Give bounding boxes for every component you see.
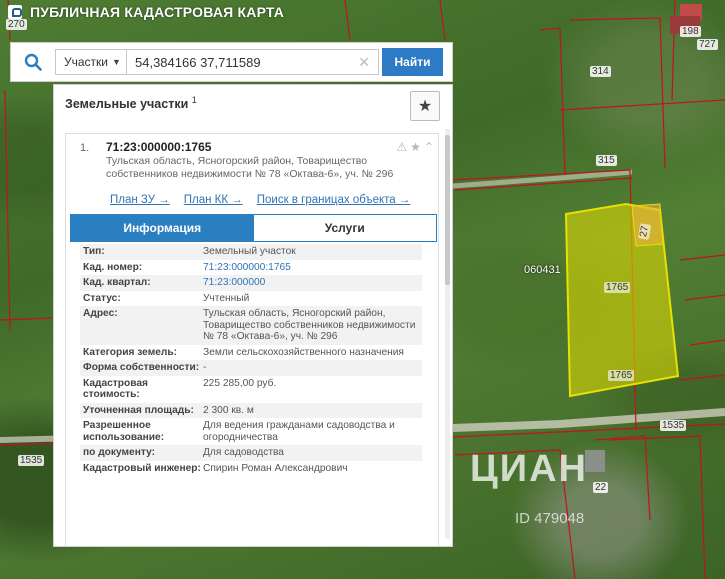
row-key: по документу: xyxy=(83,447,156,458)
search-bar: Участки ▼ 54,384166 37,711589 ✕ Найти xyxy=(10,42,453,82)
row-key: Статус: xyxy=(83,292,121,304)
search-input[interactable]: 54,384166 37,711589 ✕ xyxy=(127,49,379,75)
row-value: Спирин Роман Александрович xyxy=(203,462,348,474)
row-key: Уточненная площадь: xyxy=(83,404,194,416)
rosreestr-logo-icon[interactable] xyxy=(8,5,22,19)
table-row: Разрешенное использование: Для ведения г… xyxy=(80,418,422,445)
result-count: 1 xyxy=(191,95,197,105)
row-key: Кад. номер: xyxy=(83,261,143,273)
info-table: Тип: Земельный участок Кад. номер: 71:23… xyxy=(80,244,422,476)
row-value: 2 300 кв. м xyxy=(203,404,254,416)
find-button[interactable]: Найти xyxy=(382,48,443,76)
parcel-label: 270 xyxy=(6,19,27,30)
chevron-up-icon[interactable]: ⌃ xyxy=(424,140,434,154)
search-query: 54,384166 37,711589 xyxy=(135,54,261,70)
table-row: Категория земель: Земли сельскохозяйстве… xyxy=(80,345,422,361)
table-row: по документу: Для садоводства xyxy=(80,445,422,461)
star-icon[interactable]: ★ xyxy=(410,140,421,154)
caret-down-icon: ▼ xyxy=(112,57,121,67)
scrollbar-thumb[interactable] xyxy=(445,135,450,285)
row-key: Кад. квартал: xyxy=(83,277,151,288)
row-key: Категория земель: xyxy=(83,346,178,358)
parcel-label: 727 xyxy=(697,39,718,50)
table-row: Кад. номер: 71:23:000000:1765 xyxy=(80,260,422,276)
search-icon[interactable] xyxy=(11,43,55,81)
favorite-star-button[interactable]: ★ xyxy=(410,91,440,121)
table-row: Уточненная площадь: 2 300 кв. м xyxy=(80,402,422,418)
parcel-label: 314 xyxy=(590,66,611,77)
warning-icon[interactable]: ⚠ xyxy=(396,140,407,154)
row-value: - xyxy=(203,362,207,373)
cadastral-quarter-label: 060431 xyxy=(524,264,561,276)
row-value: Земли сельскохозяйственного назначения xyxy=(203,346,404,358)
row-key: Кадастровая стоимость: xyxy=(83,377,148,401)
table-row: Тип: Земельный участок xyxy=(80,244,422,260)
cian-watermark-id: ID 479048 xyxy=(515,510,585,527)
road-label: 1535 xyxy=(660,420,687,431)
row-value: Земельный участок xyxy=(203,246,296,257)
plan-kk-link[interactable]: План КК → xyxy=(184,194,243,206)
result-cad-number[interactable]: 71:23:000000:1765 xyxy=(106,140,211,154)
table-row: Кад. квартал: 71:23:000000 xyxy=(80,275,422,291)
row-key: Тип: xyxy=(83,246,105,257)
table-row: Форма собственности: - xyxy=(80,360,422,376)
card-actions: ⚠ ★ ⌃ xyxy=(396,140,434,154)
tab-information[interactable]: Информация xyxy=(71,215,254,241)
table-row: Статус: Учтенный xyxy=(80,291,422,307)
parcel-label: 1765 xyxy=(608,370,635,381)
plan-zu-link[interactable]: План ЗУ → xyxy=(110,194,170,206)
result-links: План ЗУ → План КК → Поиск в границах объ… xyxy=(110,194,410,206)
clear-icon[interactable]: ✕ xyxy=(358,54,370,71)
search-type-dropdown[interactable]: Участки ▼ xyxy=(55,49,127,75)
result-card: 1. 71:23:000000:1765 Тульская область, Я… xyxy=(65,133,439,546)
info-tabs: Информация Услуги xyxy=(70,214,437,242)
app-title: ПУБЛИЧНАЯ КАДАСТРОВАЯ КАРТА xyxy=(30,4,285,20)
row-value: Учтенный xyxy=(203,292,250,304)
row-key: Адрес: xyxy=(83,308,118,319)
parcel-label: 1765 xyxy=(604,282,631,293)
table-row: Кадастровая стоимость: 225 285,00 руб. xyxy=(80,376,422,403)
panel-header: Земельные участки 1 ★ xyxy=(54,85,452,129)
table-row: Кадастровый инженер: Спирин Роман Алекса… xyxy=(80,461,422,477)
panel-title-text: Земельные участки xyxy=(65,97,189,112)
parcel-label: 315 xyxy=(596,155,617,166)
results-panel: Земельные участки 1 ★ 1. 71:23:000000:17… xyxy=(53,84,453,547)
table-row: Адрес: Тульская область, Ясногорский рай… xyxy=(80,306,422,345)
row-key: Разрешенное использование: xyxy=(83,420,165,443)
parcel-label: 22 xyxy=(593,482,609,493)
app-header: ПУБЛИЧНАЯ КАДАСТРОВАЯ КАРТА xyxy=(8,4,284,20)
row-value: 225 285,00 руб. xyxy=(203,377,277,389)
row-value: Для ведения гражданами садоводства и ого… xyxy=(203,420,395,443)
search-type-label: Участки xyxy=(64,55,108,69)
road-label: 1535 xyxy=(18,455,45,466)
row-key: Кадастровый инженер: xyxy=(83,462,201,474)
row-key: Форма собственности: xyxy=(83,362,200,373)
parcel-label: 198 xyxy=(680,26,701,37)
search-in-bounds-link[interactable]: Поиск в границах объекта → xyxy=(257,194,411,206)
row-value: Тульская область, Ясногорский район, Тов… xyxy=(203,308,416,342)
cian-watermark: ЦИАН xyxy=(470,448,588,490)
cad-quarter-link[interactable]: 71:23:000000 xyxy=(203,277,422,289)
panel-scrollbar[interactable] xyxy=(445,129,450,539)
tab-services[interactable]: Услуги xyxy=(253,215,436,241)
panel-title: Земельные участки 1 xyxy=(65,95,197,111)
result-address: Тульская область, Ясногорский район, Тов… xyxy=(106,155,394,180)
row-value: Для садоводства xyxy=(203,447,284,458)
cad-number-link[interactable]: 71:23:000000:1765 xyxy=(203,262,422,274)
result-index: 1. xyxy=(80,142,90,154)
